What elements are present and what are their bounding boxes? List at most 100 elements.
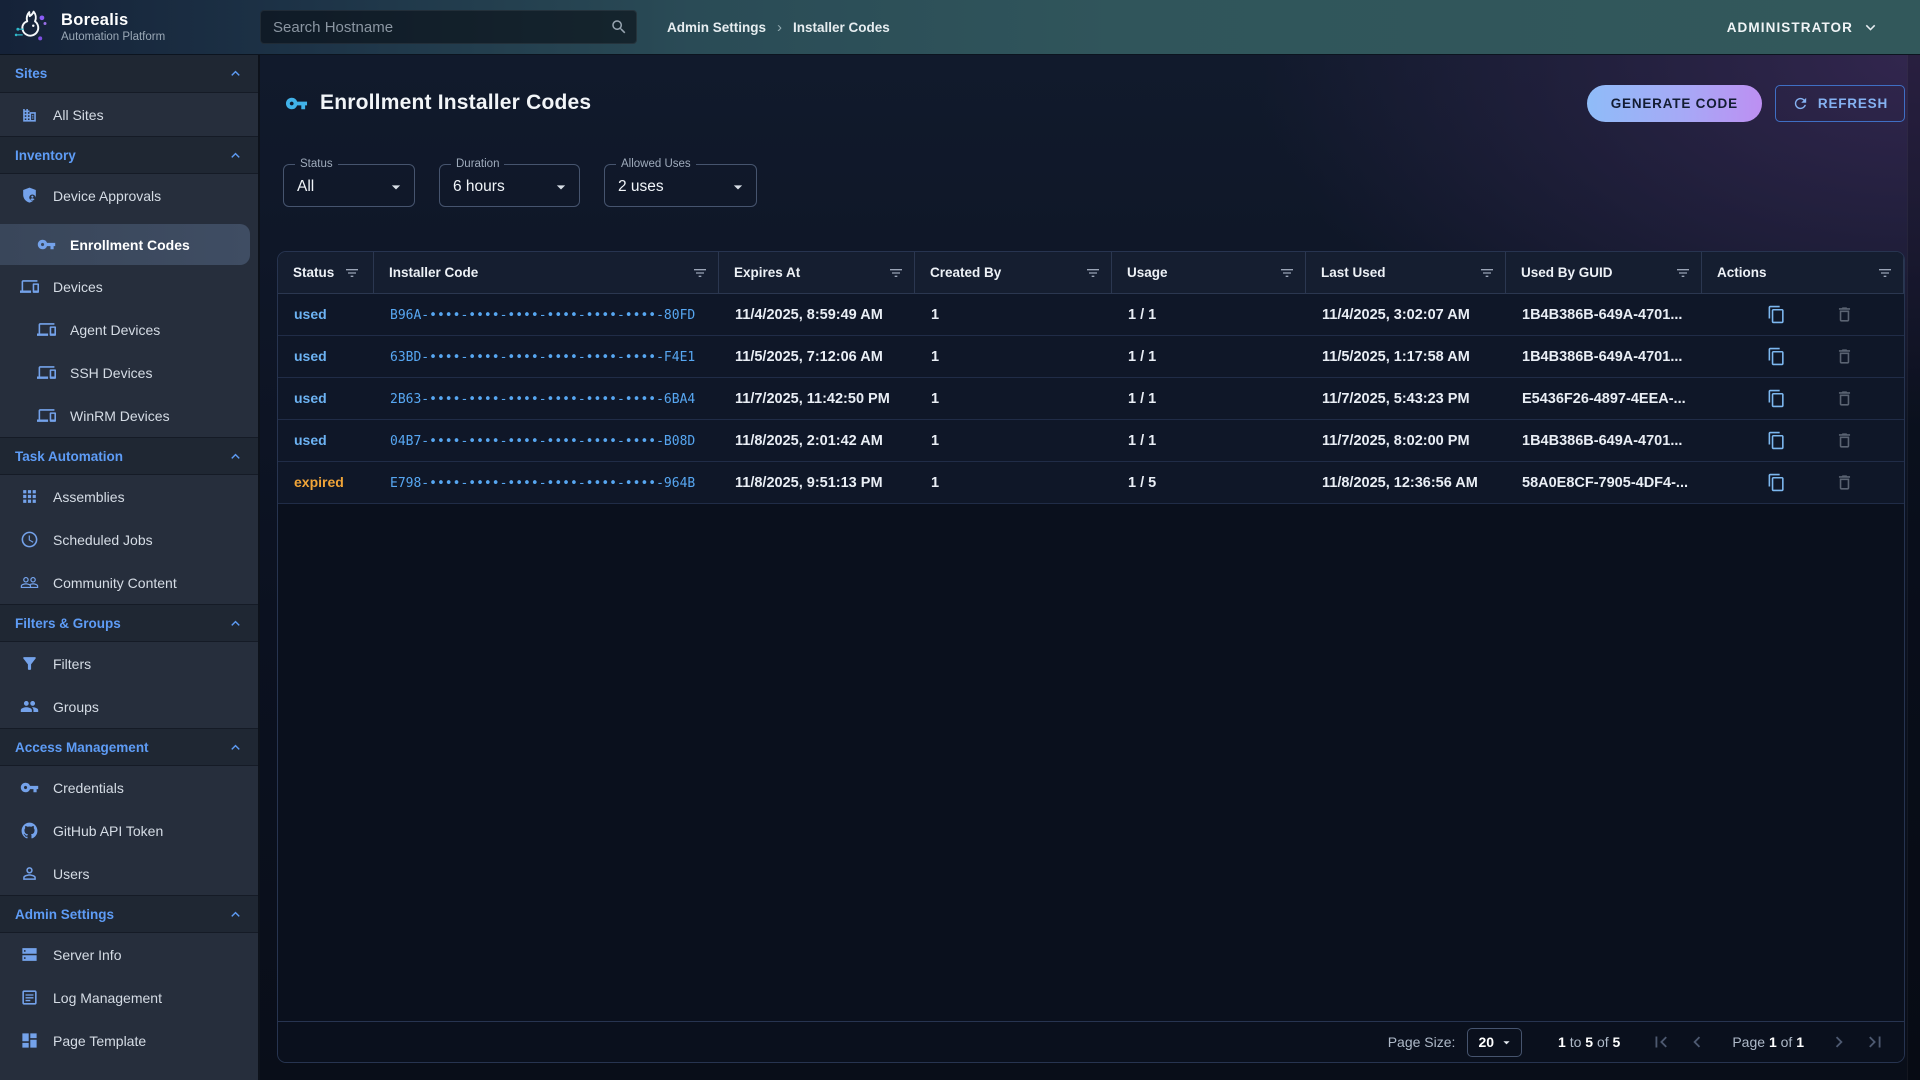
delete-code-button[interactable] [1832,429,1856,453]
sidebar-section-label: Sites [15,66,47,81]
copy-code-button[interactable] [1764,471,1788,495]
app-brand[interactable]: Borealis Automation Platform [0,6,260,48]
column-label: Status [293,265,334,280]
column-header-expires-at[interactable]: Expires At [719,252,915,293]
sidebar-item-devices[interactable]: Devices [0,265,258,308]
table-row[interactable]: usedB96A-••••-••••-••••-••••-••••-••••-8… [278,294,1904,336]
key-icon [20,778,39,797]
delete-code-button[interactable] [1832,387,1856,411]
filter-label: Allowed Uses [616,159,696,171]
column-header-status[interactable]: Status [278,252,374,293]
usage: 1 / 1 [1112,433,1306,449]
column-label: Last Used [1321,265,1386,280]
sidebar-item-filters[interactable]: Filters [0,642,258,685]
sidebar-item-github-api-token[interactable]: GitHub API Token [0,809,258,852]
table-pagination: Page Size: 20 1 to 5 of 5 Page [278,1021,1904,1062]
copy-code-button[interactable] [1764,345,1788,369]
column-header-last-used[interactable]: Last Used [1306,252,1506,293]
sidebar-item-enrollment-codes[interactable]: Enrollment Codes [0,224,250,265]
sidebar-section-access-management[interactable]: Access Management [0,728,258,766]
page-size-select[interactable]: 20 [1467,1028,1522,1057]
breadcrumb-admin-settings[interactable]: Admin Settings [667,20,766,35]
breadcrumb-installer-codes[interactable]: Installer Codes [793,20,890,35]
sidebar-item-community-content[interactable]: Community Content [0,561,258,604]
copy-code-button[interactable] [1764,303,1788,327]
sidebar-item-agent-devices[interactable]: Agent Devices [0,308,258,351]
sidebar-item-label: Device Approvals [53,188,161,204]
refresh-label: REFRESH [1818,96,1888,111]
expires-at: 11/7/2025, 11:42:50 PM [719,391,915,407]
sidebar-item-page-template[interactable]: Page Template [0,1019,258,1062]
sidebar-section-filters-groups[interactable]: Filters & Groups [0,604,258,642]
sidebar-section-task-automation[interactable]: Task Automation [0,437,258,475]
table-row[interactable]: used2B63-••••-••••-••••-••••-••••-••••-6… [278,378,1904,420]
sidebar-section-label: Admin Settings [15,907,114,922]
sidebar-item-label: Credentials [53,780,124,796]
user-menu[interactable]: ADMINISTRATOR [1727,18,1920,37]
sidebar-item-log-management[interactable]: Log Management [0,976,258,1019]
next-page-button[interactable] [1828,1031,1850,1053]
app-name: Borealis [61,11,165,29]
app-logo-icon [10,6,52,48]
first-page-button[interactable] [1650,1031,1672,1053]
filter-lines-icon [1085,265,1101,281]
sidebar-item-ssh-devices[interactable]: SSH Devices [0,351,258,394]
sidebar-item-credentials[interactable]: Credentials [0,766,258,809]
sidebar-section-sites[interactable]: Sites [0,55,258,93]
sidebar-item-assemblies[interactable]: Assemblies [0,475,258,518]
sidebar-section-inventory[interactable]: Inventory [0,136,258,174]
delete-code-button[interactable] [1832,471,1856,495]
filter-lines-icon [1479,265,1495,281]
created-by: 1 [915,349,1112,365]
status-filter-select[interactable]: Status All [283,166,415,207]
usage: 1 / 1 [1112,307,1306,323]
column-header-used-by-guid[interactable]: Used By GUID [1506,252,1702,293]
devices-icon [20,277,39,296]
installer-codes-table: Status Installer CodeExpires AtCreated By… [277,251,1905,1063]
last-page-button[interactable] [1864,1031,1886,1053]
column-header-usage[interactable]: Usage [1112,252,1306,293]
expires-at: 11/4/2025, 8:59:49 AM [719,307,915,323]
generate-code-button[interactable]: GENERATE CODE [1587,85,1762,122]
page-scrollbar[interactable] [1907,55,1920,1080]
filter-value: 6 hours [453,178,505,196]
column-header-created-by[interactable]: Created By [915,252,1112,293]
devices-icon [37,406,56,425]
copy-code-button[interactable] [1764,429,1788,453]
copy-icon [1767,305,1786,324]
refresh-button[interactable]: REFRESH [1775,85,1905,122]
previous-page-button[interactable] [1686,1031,1708,1053]
chevron-up-icon [227,739,244,756]
created-by: 1 [915,475,1112,491]
people-icon [20,573,39,592]
sidebar-section-admin-settings[interactable]: Admin Settings [0,895,258,933]
table-row[interactable]: used04B7-••••-••••-••••-••••-••••-••••-B… [278,420,1904,462]
table-row[interactable]: used63BD-••••-••••-••••-••••-••••-••••-F… [278,336,1904,378]
sidebar-item-scheduled-jobs[interactable]: Scheduled Jobs [0,518,258,561]
key-icon [285,92,308,115]
column-header-actions[interactable]: Actions [1702,252,1904,293]
groups-icon [20,697,39,716]
sidebar-item-all-sites[interactable]: All Sites [0,93,258,136]
allowed-uses-filter-select[interactable]: Allowed Uses 2 uses [604,166,757,207]
column-header-installer-code[interactable]: Installer Code [374,252,719,293]
table-header-row: Status Installer CodeExpires AtCreated By… [278,252,1904,294]
sidebar-item-label: Groups [53,699,99,715]
delete-code-button[interactable] [1832,303,1856,327]
sidebar-item-device-approvals[interactable]: Device Approvals [0,174,258,217]
status-badge: used [294,306,327,322]
sidebar-section-label: Access Management [15,740,149,755]
delete-code-button[interactable] [1832,345,1856,369]
page-prev-icon [1686,1031,1708,1053]
sidebar-item-groups[interactable]: Groups [0,685,258,728]
sidebar-item-label: Enrollment Codes [70,237,190,253]
chevron-up-icon [227,65,244,82]
sidebar-item-winrm-devices[interactable]: WinRM Devices [0,394,258,437]
copy-code-button[interactable] [1764,387,1788,411]
table-row[interactable]: expiredE798-••••-••••-••••-••••-••••-•••… [278,462,1904,504]
search-input[interactable] [260,10,637,44]
duration-filter-select[interactable]: Duration 6 hours [439,166,580,207]
last-used: 11/8/2025, 12:36:56 AM [1306,475,1506,491]
sidebar-item-server-info[interactable]: Server Info [0,933,258,976]
sidebar-item-users[interactable]: Users [0,852,258,895]
